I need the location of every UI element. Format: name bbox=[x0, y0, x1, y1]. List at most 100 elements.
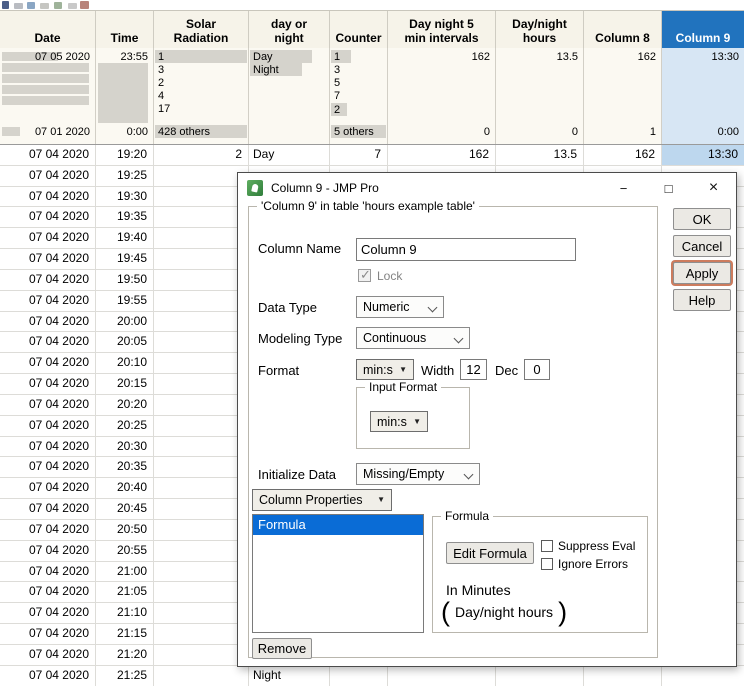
cell-time[interactable]: 21:05 bbox=[96, 582, 154, 604]
cell-day-night[interactable]: Night bbox=[249, 665, 330, 686]
column-header-day-night-hours[interactable]: Day/night hours bbox=[496, 11, 584, 48]
cell-date[interactable]: 07 04 2020 bbox=[0, 165, 96, 187]
cell-time[interactable]: 20:40 bbox=[96, 478, 154, 500]
close-button[interactable]: × bbox=[691, 173, 736, 203]
cell-time[interactable]: 20:50 bbox=[96, 519, 154, 541]
cell-col9[interactable] bbox=[662, 665, 744, 686]
column-header-solar-radiation[interactable]: Solar Radiation bbox=[154, 11, 249, 48]
cell-date[interactable]: 07 04 2020 bbox=[0, 519, 96, 541]
summary-time[interactable]: 23:55 0:00 bbox=[96, 48, 154, 144]
cell-solar[interactable] bbox=[154, 353, 249, 375]
cell-solar[interactable] bbox=[154, 311, 249, 333]
column-header-column-8[interactable]: Column 8 bbox=[584, 11, 662, 48]
column-header-column-9-selected[interactable]: Column 9 bbox=[662, 11, 744, 48]
modeling-type-select[interactable]: Continuous bbox=[356, 327, 470, 349]
cell-time[interactable]: 19:50 bbox=[96, 269, 154, 291]
cell-solar[interactable] bbox=[154, 540, 249, 562]
column-header-time[interactable]: Time bbox=[96, 11, 154, 48]
column-properties-list[interactable]: Formula bbox=[252, 514, 424, 633]
cell-date[interactable]: 07 04 2020 bbox=[0, 415, 96, 437]
cell-time[interactable]: 20:55 bbox=[96, 540, 154, 562]
dec-input[interactable] bbox=[524, 359, 550, 380]
column-header-day-or-night[interactable]: day or night bbox=[249, 11, 330, 48]
summary-day-night-hours[interactable]: 13.5 0 bbox=[496, 48, 584, 144]
cell-time[interactable]: 19:40 bbox=[96, 228, 154, 250]
summary-date[interactable]: 07 05 2020 07 01 2020 bbox=[0, 48, 96, 144]
cell-time[interactable]: 21:00 bbox=[96, 561, 154, 583]
cell-solar[interactable] bbox=[154, 394, 249, 416]
cell-time[interactable]: 20:20 bbox=[96, 394, 154, 416]
cell-date[interactable]: 07 04 2020 bbox=[0, 540, 96, 562]
cell-date[interactable]: 07 04 2020 bbox=[0, 269, 96, 291]
ignore-errors-checkbox[interactable] bbox=[541, 558, 553, 570]
cell-date[interactable]: 07 04 2020 bbox=[0, 145, 96, 166]
cell-solar[interactable] bbox=[154, 561, 249, 583]
cell-solar[interactable] bbox=[154, 290, 249, 312]
input-format-select[interactable]: min:s ▼ bbox=[370, 411, 428, 432]
cell-time[interactable]: 19:45 bbox=[96, 249, 154, 270]
column-name-input[interactable] bbox=[356, 238, 576, 261]
cell-solar[interactable] bbox=[154, 165, 249, 187]
column-header-day-night-5-min-intervals[interactable]: Day night 5 min intervals bbox=[388, 11, 496, 48]
column-properties-button[interactable]: Column Properties ▼ bbox=[252, 489, 392, 511]
cell-intervals[interactable]: 162 bbox=[388, 145, 496, 166]
cell-solar[interactable] bbox=[154, 624, 249, 645]
cell-date[interactable]: 07 04 2020 bbox=[0, 457, 96, 479]
cell-date[interactable]: 07 04 2020 bbox=[0, 374, 96, 395]
width-input[interactable] bbox=[460, 359, 487, 380]
cell-date[interactable]: 07 04 2020 bbox=[0, 499, 96, 520]
cell-time[interactable]: 20:45 bbox=[96, 499, 154, 520]
cell-solar[interactable] bbox=[154, 603, 249, 625]
cell-time[interactable]: 20:15 bbox=[96, 374, 154, 395]
cell-time[interactable]: 19:35 bbox=[96, 207, 154, 229]
cell-col8[interactable] bbox=[584, 665, 662, 686]
cell-date[interactable]: 07 04 2020 bbox=[0, 353, 96, 375]
cell-solar[interactable] bbox=[154, 519, 249, 541]
cell-date[interactable]: 07 04 2020 bbox=[0, 644, 96, 666]
cell-day-night[interactable]: Day bbox=[249, 145, 330, 166]
cell-time[interactable]: 19:20 bbox=[96, 145, 154, 166]
cell-time[interactable]: 20:35 bbox=[96, 457, 154, 479]
cell-time[interactable]: 20:25 bbox=[96, 415, 154, 437]
cell-date[interactable]: 07 04 2020 bbox=[0, 249, 96, 270]
cell-solar[interactable] bbox=[154, 499, 249, 520]
summary-counter[interactable]: 1 3 5 7 2 5 others bbox=[330, 48, 388, 144]
cell-date[interactable]: 07 04 2020 bbox=[0, 665, 96, 686]
cell-date[interactable]: 07 04 2020 bbox=[0, 332, 96, 354]
cell-solar[interactable] bbox=[154, 415, 249, 437]
column-header-counter[interactable]: Counter bbox=[330, 11, 388, 48]
cell-time[interactable]: 21:20 bbox=[96, 644, 154, 666]
cell-col8[interactable]: 162 bbox=[584, 145, 662, 166]
cell-date[interactable]: 07 04 2020 bbox=[0, 478, 96, 500]
summary-day-night-5-min-intervals[interactable]: 162 0 bbox=[388, 48, 496, 144]
cell-solar[interactable] bbox=[154, 582, 249, 604]
cell-time[interactable]: 19:25 bbox=[96, 165, 154, 187]
cell-date[interactable]: 07 04 2020 bbox=[0, 207, 96, 229]
ok-button[interactable]: OK bbox=[673, 208, 731, 230]
cell-solar[interactable] bbox=[154, 374, 249, 395]
cell-time[interactable]: 20:30 bbox=[96, 436, 154, 458]
table-row[interactable]: 07 04 2020 19:20 2 Day 7 162 13.5 162 13:30 bbox=[0, 145, 744, 166]
edit-formula-button[interactable]: Edit Formula bbox=[446, 542, 534, 564]
cell-time[interactable]: 20:10 bbox=[96, 353, 154, 375]
cell-date[interactable]: 07 04 2020 bbox=[0, 228, 96, 250]
cell-solar[interactable] bbox=[154, 436, 249, 458]
cell-time[interactable]: 20:00 bbox=[96, 311, 154, 333]
property-list-item[interactable]: Formula bbox=[253, 515, 423, 535]
cell-counter[interactable]: 7 bbox=[330, 145, 388, 166]
suppress-eval-checkbox[interactable] bbox=[541, 540, 553, 552]
initialize-data-select[interactable]: Missing/Empty bbox=[356, 463, 480, 485]
column-header-date[interactable]: Date bbox=[0, 11, 96, 48]
cell-time[interactable]: 21:25 bbox=[96, 665, 154, 686]
cell-solar[interactable] bbox=[154, 332, 249, 354]
cell-date[interactable]: 07 04 2020 bbox=[0, 186, 96, 208]
cell-time[interactable]: 19:55 bbox=[96, 290, 154, 312]
cell-date[interactable]: 07 04 2020 bbox=[0, 624, 96, 645]
cell-solar[interactable] bbox=[154, 457, 249, 479]
remove-button[interactable]: Remove bbox=[252, 638, 312, 659]
summary-column-9-selected[interactable]: 13:30 0:00 bbox=[662, 48, 744, 144]
cell-date[interactable]: 07 04 2020 bbox=[0, 436, 96, 458]
cell-date[interactable]: 07 04 2020 bbox=[0, 561, 96, 583]
cell-date[interactable]: 07 04 2020 bbox=[0, 582, 96, 604]
summary-column-8[interactable]: 162 1 bbox=[584, 48, 662, 144]
